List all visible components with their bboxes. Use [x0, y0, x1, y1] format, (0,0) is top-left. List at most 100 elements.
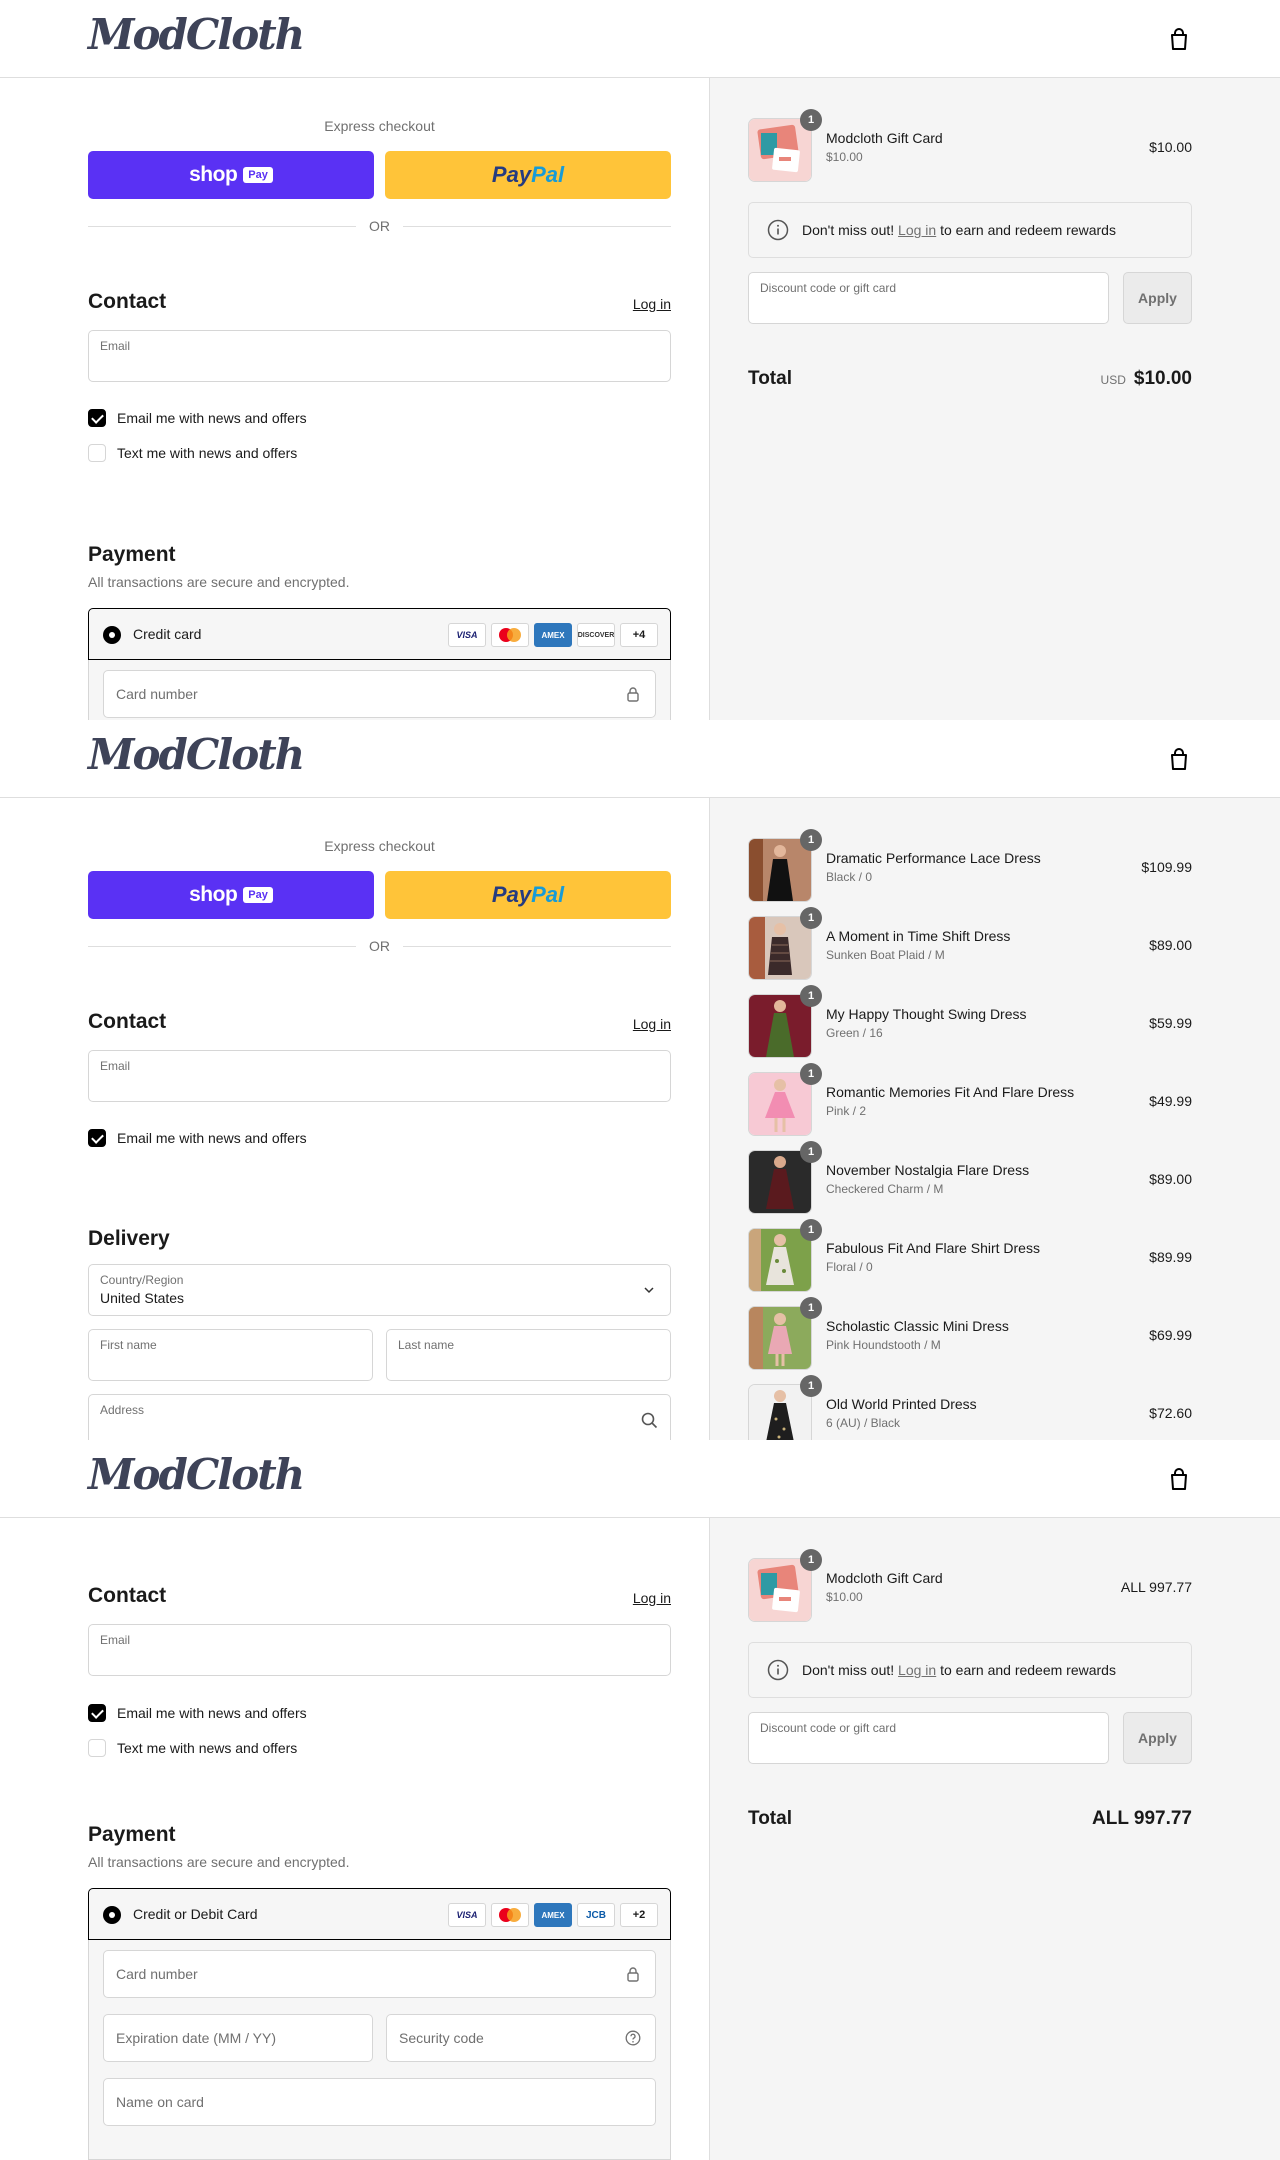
card-number-input[interactable]: Card number [103, 670, 656, 718]
rewards-text-pre: Don't miss out! [802, 1662, 895, 1678]
rewards-login-link[interactable]: Log in [898, 222, 936, 238]
item-price: $49.99 [1149, 1093, 1192, 1109]
email-news-option[interactable]: Email me with news and offers [88, 409, 307, 427]
last-name-field[interactable]: Last name [386, 1329, 671, 1381]
shopping-bag-icon[interactable] [1168, 747, 1190, 771]
order-summary: 1 Dramatic Performance Lace Dress Black … [709, 798, 1280, 1440]
summary-item: 1 Romantic Memories Fit And Flare Dress … [748, 1063, 1192, 1138]
address-field[interactable]: Address [88, 1394, 671, 1440]
login-link[interactable]: Log in [580, 1590, 671, 1606]
brand-logo[interactable]: ModCloth [88, 730, 305, 779]
shopping-bag-icon[interactable] [1168, 27, 1190, 51]
text-news-checkbox[interactable] [88, 444, 106, 462]
text-news-option[interactable]: Text me with news and offers [88, 444, 297, 462]
country-value: United States [100, 1290, 185, 1306]
total-label: Total [748, 368, 792, 389]
credit-card-radio[interactable] [103, 626, 121, 644]
payment-title: Payment [88, 1823, 176, 1846]
name-on-card-input[interactable]: Name on card [103, 2078, 656, 2126]
summary-item: 1 Scholastic Classic Mini Dress Pink Hou… [748, 1297, 1192, 1372]
rewards-text-post: to earn and redeem rewards [940, 222, 1116, 238]
card-number-input[interactable]: Card number [103, 1950, 656, 1998]
apply-button[interactable]: Apply [1123, 1712, 1192, 1764]
item-price: $89.00 [1149, 937, 1192, 953]
email-field[interactable]: Email [88, 1050, 671, 1102]
country-select[interactable]: Country/Region United States [88, 1264, 671, 1316]
quantity-badge: 1 [800, 1063, 822, 1085]
item-variant: Green / 16 [826, 1026, 883, 1040]
text-news-checkbox[interactable] [88, 1739, 106, 1757]
email-field-label: Email [100, 339, 131, 353]
more-cards-badge: +4 [620, 623, 658, 647]
quantity-badge: 1 [800, 1219, 822, 1241]
discount-code-input[interactable]: Discount code or gift card [748, 272, 1109, 324]
search-icon [641, 1412, 658, 1429]
summary-item: 1 November Nostalgia Flare Dress Checker… [748, 1141, 1192, 1216]
paypal-button[interactable]: Pay Pal [385, 871, 671, 919]
paypal-button[interactable]: Pay Pal [385, 151, 671, 199]
paypal-wordmark-pay: Pay [491, 162, 532, 187]
or-divider: OR [88, 218, 671, 234]
shopping-bag-icon[interactable] [1168, 1467, 1190, 1491]
total-amount: USD $10.00 [992, 368, 1192, 390]
discount-code-label: Discount code or gift card [760, 281, 897, 295]
expiry-input[interactable]: Expiration date (MM / YY) [103, 2014, 373, 2062]
payment-subtitle: All transactions are secure and encrypte… [88, 1854, 350, 1870]
checkout-screen-3: ModCloth Contact Log in Email Email me w… [0, 1440, 1280, 2160]
login-link[interactable]: Log in [580, 1016, 671, 1032]
item-price: $72.60 [1149, 1405, 1192, 1421]
email-field[interactable]: Email [88, 1624, 671, 1676]
shop-pay-wordmark: shop [189, 883, 238, 906]
email-news-checkbox[interactable] [88, 1704, 106, 1722]
chevron-down-icon [644, 1287, 654, 1294]
login-link[interactable]: Log in [580, 296, 671, 312]
quantity-badge: 1 [800, 1297, 822, 1319]
rewards-login-link[interactable]: Log in [898, 1662, 936, 1678]
brand-logo[interactable]: ModCloth [88, 1450, 305, 1499]
item-variant: Checkered Charm / M [826, 1182, 944, 1196]
total-currency: USD [1100, 373, 1126, 387]
card-number-placeholder: Card number [116, 686, 198, 702]
quantity-badge: 1 [800, 1375, 822, 1397]
credit-card-option[interactable]: Credit or Debit Card VISA AMEX JCB +2 [88, 1888, 671, 1940]
brand-logo[interactable]: ModCloth [88, 10, 305, 59]
credit-card-option[interactable]: Credit card VISA AMEX DISCOVER +4 [88, 608, 671, 660]
email-news-option[interactable]: Email me with news and offers [88, 1129, 307, 1147]
apply-button[interactable]: Apply [1123, 272, 1192, 324]
paypal-wordmark-pal: Pal [531, 882, 565, 907]
discount-code-input[interactable]: Discount code or gift card [748, 1712, 1109, 1764]
first-name-field[interactable]: First name [88, 1329, 373, 1381]
quantity-badge: 1 [800, 907, 822, 929]
card-details-panel: Card number [88, 660, 671, 720]
email-field-label: Email [100, 1633, 131, 1647]
header: ModCloth [0, 0, 1280, 78]
shop-pay-button[interactable]: shop Pay [88, 151, 374, 199]
address-label: Address [100, 1403, 145, 1417]
rewards-text: Don't miss out! Log in to earn and redee… [802, 222, 1116, 238]
visa-icon: VISA [448, 1903, 486, 1927]
jcb-icon: JCB [577, 1903, 615, 1927]
email-news-checkbox[interactable] [88, 1129, 106, 1147]
item-name: Modcloth Gift Card [826, 1570, 943, 1586]
credit-card-radio[interactable] [103, 1906, 121, 1924]
payment-subtitle: All transactions are secure and encrypte… [88, 574, 350, 590]
header: ModCloth [0, 720, 1280, 798]
visa-icon: VISA [448, 623, 486, 647]
quantity-badge: 1 [800, 829, 822, 851]
summary-item: 1 Old World Printed Dress 6 (AU) / Black… [748, 1375, 1192, 1440]
email-field[interactable]: Email [88, 330, 671, 382]
quantity-badge: 1 [800, 109, 822, 131]
amex-icon: AMEX [534, 1903, 572, 1927]
item-name: Dramatic Performance Lace Dress [826, 850, 1041, 866]
item-name: Modcloth Gift Card [826, 130, 943, 146]
shop-pay-badge: Pay [243, 167, 273, 183]
email-news-checkbox[interactable] [88, 409, 106, 427]
checkout-screen-2: ModCloth Express checkout shop Pay Pay Pal… [0, 720, 1280, 1440]
email-news-option[interactable]: Email me with news and offers [88, 1704, 307, 1722]
shop-pay-button[interactable]: shop Pay [88, 871, 374, 919]
security-code-input[interactable]: Security code [386, 2014, 656, 2062]
name-on-card-placeholder: Name on card [116, 2094, 204, 2110]
help-icon[interactable] [625, 2030, 641, 2046]
quantity-badge: 1 [800, 985, 822, 1007]
text-news-option[interactable]: Text me with news and offers [88, 1739, 297, 1757]
